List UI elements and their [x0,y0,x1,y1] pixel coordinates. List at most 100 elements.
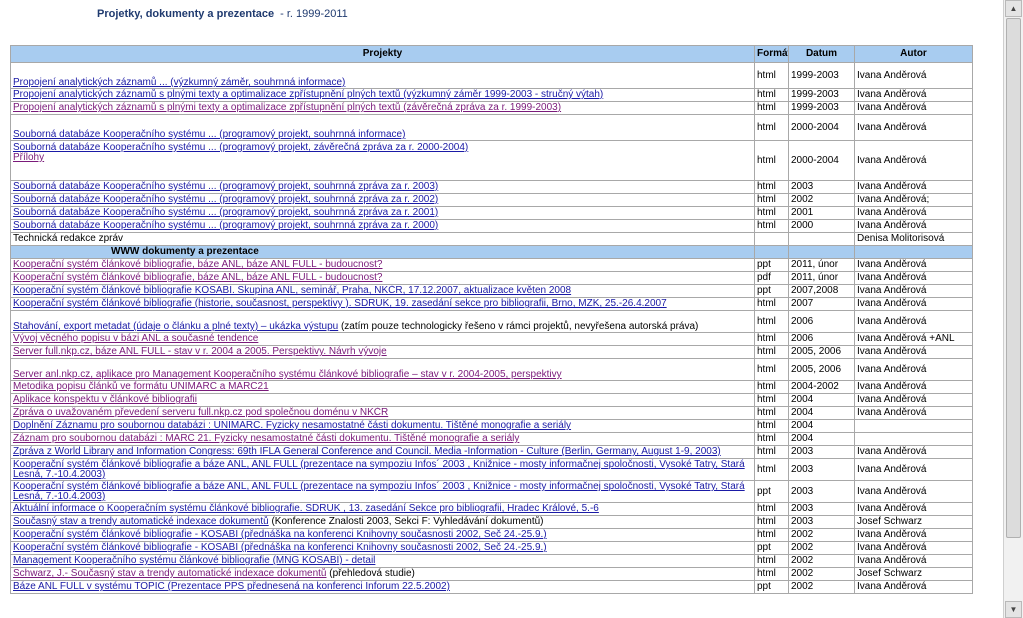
projects-table: Projekty Formát Datum Autor Propojení an… [10,45,973,594]
date-cell: 2004 [788,419,855,433]
project-link[interactable]: Vývoj věcného popisu v bázi ANL a součas… [13,334,258,345]
project-link[interactable]: Server full.nkp.cz, báze ANL FULL - stav… [13,347,387,358]
table-row: Souborná databáze Kooperačního systému .… [10,219,973,233]
project-link[interactable]: Kooperační systém článkové bibliografie,… [13,260,382,271]
project-link[interactable]: Současný stav a trendy automatické index… [13,517,269,528]
project-link[interactable]: Kooperační systém článkové bibliografie,… [13,273,382,284]
table-row: Kooperační systém článkové bibliografie … [10,480,973,503]
scroll-thumb[interactable] [1006,18,1021,538]
project-link[interactable]: Zpráva z World Library and Information C… [13,447,721,458]
format-cell: html [754,332,789,346]
table-row: Souborná databáze Kooperačního systému .… [10,114,973,141]
format-cell: html [754,567,789,581]
date-cell: 2003 [788,502,855,516]
vertical-scrollbar[interactable]: ▲ ▼ [1003,0,1023,618]
project-note: (zatím pouze technologicky řešeno v rámc… [338,321,699,332]
project-cell: Souborná databáze Kooperačního systému .… [10,206,755,220]
table-row: Propojení analytických záznamů s plnými … [10,88,973,102]
table-row: Server full.nkp.cz, báze ANL FULL - stav… [10,345,973,359]
author-cell: Ivana Anděrová [854,62,973,89]
project-link[interactable]: Souborná databáze Kooperačního systému .… [13,182,438,193]
project-link[interactable]: Propojení analytických záznamů s plnými … [13,103,561,114]
date-cell: 2004-2002 [788,380,855,394]
date-cell: 2000-2004 [788,114,855,141]
date-cell: 2011, únor [788,271,855,285]
project-link[interactable]: Kooperační systém článkové bibliografie … [13,482,745,502]
author-cell: Ivana Anděrová [854,445,973,459]
scroll-up-arrow-icon[interactable]: ▲ [1005,0,1022,17]
project-link[interactable]: Kooperační systém článkové bibliografie … [13,530,547,541]
author-cell: Ivana Anděrová [854,458,973,481]
table-row: Management Kooperačního systému článkové… [10,554,973,568]
project-cell: Aktuální informace o Kooperačním systému… [10,502,755,516]
date-cell: 2002 [788,541,855,555]
project-link[interactable]: Propojení analytických záznamů s plnými … [13,90,603,101]
project-link[interactable]: Metodika popisu článků ve formátu UNIMAR… [13,382,269,393]
project-cell: Kooperační systém článkové bibliografie … [10,480,755,503]
format-cell: html [754,406,789,420]
project-link[interactable]: Souborná databáze Kooperačního systému .… [13,208,438,219]
project-link[interactable]: Aplikace konspektu v článkové bibliograf… [13,395,197,406]
format-cell: html [754,88,789,102]
project-cell: Kooperační systém článkové bibliografie … [10,541,755,555]
table-row: Technická redakce zpráv Denisa Molitoriso… [10,232,973,246]
author-cell: Ivana Anděrová [854,284,973,298]
format-cell: pdf [754,271,789,285]
project-cell: Souborná databáze Kooperačního systému .… [10,140,755,181]
project-link[interactable]: Kooperační systém článkové bibliografie … [13,286,571,297]
format-cell: html [754,380,789,394]
project-cell: Propojení analytických záznamů s plnými … [10,101,755,115]
attachments-link[interactable]: Přílohy [13,152,44,163]
www-section: WWW dokumenty a prezentace [10,245,973,259]
format-cell: ppt [754,258,789,272]
project-cell: Kooperační systém článkové bibliografie … [10,284,755,298]
table-row: Vývoj věcného popisu v bázi ANL a součas… [10,332,973,346]
project-cell: Kooperační systém článkové bibliografie,… [10,271,755,285]
project-cell: Server anl.nkp.cz, aplikace pro Manageme… [10,358,755,381]
table-row: Kooperační systém článkové bibliografie … [10,297,973,311]
table-row: Propojení analytických záznamů ... (výzk… [10,62,973,89]
project-cell: Zpráva o uvažovaném převedení serveru fu… [10,406,755,420]
header-format: Formát [754,45,789,63]
author-cell: Ivana Anděrová [854,140,973,181]
format-cell: html [754,297,789,311]
project-link[interactable]: Schwarz, J.- Současný stav a trendy auto… [13,569,327,580]
project-link[interactable]: Souborná databáze Kooperačního systému .… [13,142,468,153]
format-cell: html [754,528,789,542]
project-link[interactable]: Báze ANL FULL v systému TOPIC (Prezentac… [13,582,450,593]
author-cell: Josef Schwarz [854,567,973,581]
project-link[interactable]: Kooperační systém článkové bibliografie … [13,460,745,480]
author-cell: Ivana Anděrová [854,541,973,555]
date-cell: 2005, 2006 [788,358,855,381]
project-cell: Zpráva z World Library and Information C… [10,445,755,459]
author-cell: Ivana Anděrová [854,528,973,542]
table-row: Aplikace konspektu v článkové bibliograf… [10,393,973,407]
author-cell: Ivana Anděrová [854,101,973,115]
scroll-down-arrow-icon[interactable]: ▼ [1005,601,1022,618]
project-link[interactable]: Aktuální informace o Kooperačním systému… [13,504,599,515]
date-cell: 1999-2003 [788,88,855,102]
author-cell: Ivana Anděrová [854,580,973,594]
project-link[interactable]: Záznam pro soubornou databázi : MARC 21.… [13,434,519,445]
project-link[interactable]: Zpráva o uvažovaném převedení serveru fu… [13,408,388,419]
project-link[interactable]: Souborná databáze Kooperačního systému .… [13,221,438,232]
author-cell: Ivana Anděrová [854,180,973,194]
project-link[interactable]: Doplnění Záznamu pro soubornou databázi … [13,421,571,432]
project-link[interactable]: Management Kooperačního systému článkové… [13,556,375,567]
project-link[interactable]: Kooperační systém článkové bibliografie … [13,299,667,310]
author-cell: Ivana Anděrová [854,310,973,333]
format-cell: html [754,219,789,233]
project-cell: Kooperační systém článkové bibliografie … [10,528,755,542]
header-date: Datum [788,45,855,63]
project-link[interactable]: Propojení analytických záznamů ... (výzk… [13,77,345,88]
project-link[interactable]: Kooperační systém článkové bibliografie … [13,543,547,554]
format-cell: html [754,432,789,446]
format-cell: html [754,345,789,359]
project-link[interactable]: Server anl.nkp.cz, aplikace pro Manageme… [13,369,562,380]
date-cell: 2006 [788,310,855,333]
date-cell [788,232,855,246]
project-link[interactable]: Stahování, export metadat (údaje o článk… [13,321,338,332]
project-link[interactable]: Souborná databáze Kooperačního systému .… [13,195,438,206]
page-title: Projetky, dokumenty a prezentace - r. 199… [97,8,348,20]
project-link[interactable]: Souborná databáze Kooperačního systému .… [13,129,405,140]
